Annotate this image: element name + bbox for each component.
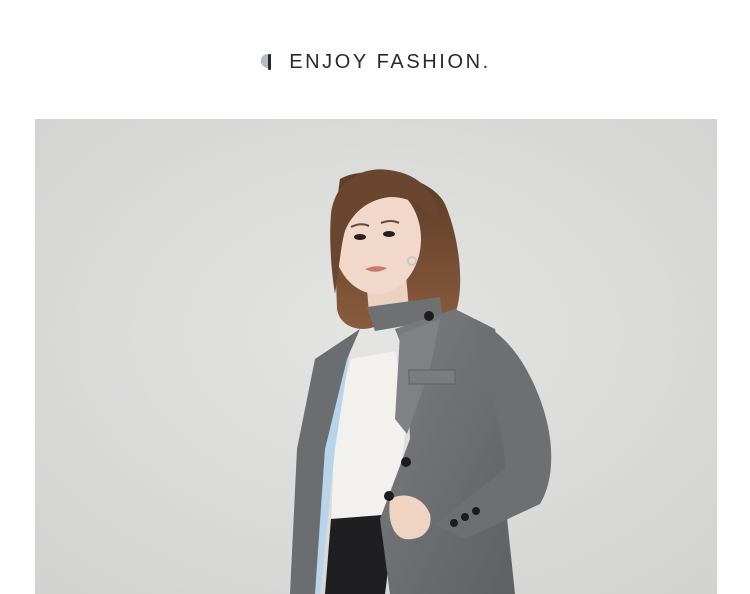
cuff-button-1: [450, 519, 458, 527]
section-header: ENJOY FASHION.: [0, 46, 750, 78]
hero-photo: [35, 119, 717, 594]
section-tagline: ENJOY FASHION.: [289, 50, 491, 73]
breast-pocket: [408, 369, 456, 385]
cuff-button-2: [461, 513, 469, 521]
blazer-button-2: [384, 491, 394, 501]
product-page: ENJOY FASHION.: [0, 0, 750, 594]
leaf-mark-icon: [259, 53, 273, 71]
cuff-button-3: [472, 507, 480, 515]
blazer-button-1: [401, 457, 411, 467]
eye-right: [383, 231, 395, 237]
blazer-button-top: [424, 311, 434, 321]
eye-left: [354, 234, 366, 240]
